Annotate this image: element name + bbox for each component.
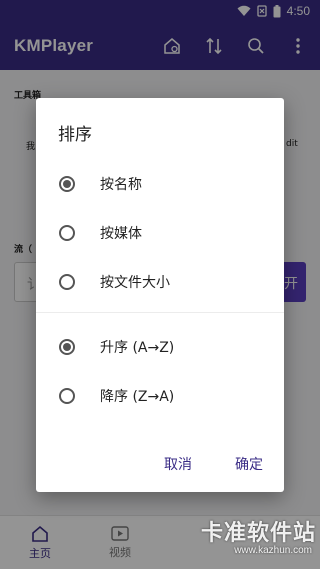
sort-option-label: 按媒体 — [100, 226, 142, 242]
radio-button-checked[interactable] — [59, 339, 75, 355]
radio-button[interactable] — [59, 388, 75, 404]
sort-option-size[interactable]: 按文件大小 — [36, 262, 284, 302]
radio-button[interactable] — [59, 225, 75, 241]
cancel-button[interactable]: 取消 — [164, 450, 192, 478]
sort-option-label: 按名称 — [100, 177, 142, 193]
order-option-label: 升序 (A→Z) — [100, 340, 175, 356]
radio-button-checked[interactable] — [59, 176, 75, 192]
watermark-url: www.kazhun.com — [234, 545, 312, 556]
dialog-divider — [36, 312, 284, 313]
confirm-button[interactable]: 确定 — [235, 450, 263, 478]
sort-option-name[interactable]: 按名称 — [36, 164, 284, 204]
sort-dialog: 排序 按名称 按媒体 按文件大小 升序 (A→Z) 降序 (Z→A) 取消 确定 — [36, 98, 284, 492]
order-option-ascending[interactable]: 升序 (A→Z) — [36, 327, 284, 367]
sort-option-label: 按文件大小 — [100, 275, 170, 291]
dialog-title: 排序 — [58, 125, 92, 145]
site-watermark: 卡准软件站 www.kazhun.com — [168, 515, 320, 569]
radio-button[interactable] — [59, 274, 75, 290]
watermark-text: 卡准软件站 — [200, 521, 316, 546]
order-option-descending[interactable]: 降序 (Z→A) — [36, 376, 284, 416]
sort-option-media[interactable]: 按媒体 — [36, 213, 284, 253]
order-option-label: 降序 (Z→A) — [100, 389, 175, 405]
